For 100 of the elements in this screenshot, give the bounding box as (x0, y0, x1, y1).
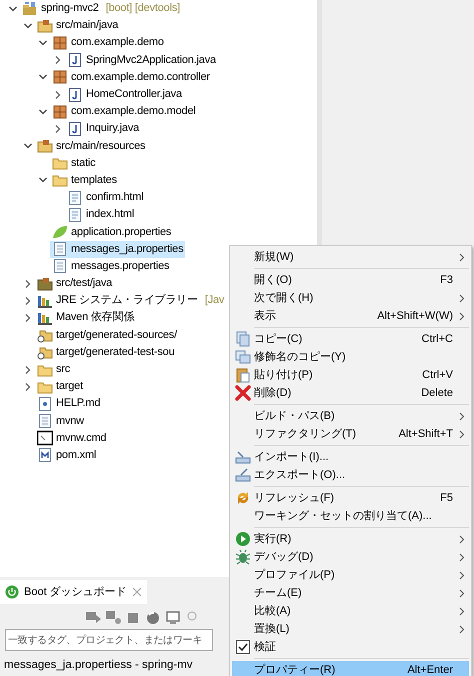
tree-item[interactable]: confirm.html (65, 189, 146, 206)
shortcut-text: Ctrl+C (422, 332, 453, 347)
menu-item[interactable]: プロファイル(P) (232, 566, 469, 584)
tree-item[interactable]: application.properties (50, 224, 174, 241)
menu-item[interactable]: 修飾名のコピー(Y) (232, 348, 469, 366)
chevron-right-icon[interactable] (23, 364, 33, 375)
import-icon (235, 449, 251, 465)
decoration-text: [Jav (204, 293, 224, 308)
debug-icon[interactable] (105, 608, 121, 624)
tree-item[interactable]: mvnw (35, 412, 86, 430)
tree-item[interactable]: mvnw.cmd (35, 430, 108, 447)
html-file-icon (67, 190, 83, 206)
tree-item[interactable]: HELP.md (35, 395, 102, 412)
status-text: messages_ja.propertiess - spring-mv (4, 658, 193, 673)
search-field[interactable]: 一致するタグ、プロジェクト、またはワーキ (5, 629, 213, 651)
tree-item[interactable]: com.example.demo.controller (50, 68, 212, 86)
menu-item[interactable]: デバッグ(D) (232, 548, 469, 566)
chevron-down-icon[interactable] (8, 4, 18, 14)
java-file-icon (67, 120, 83, 137)
tree-item[interactable]: target/generated-test-sou (35, 344, 177, 361)
bug-icon (235, 549, 251, 565)
document-icon (37, 396, 53, 412)
menu-item[interactable]: 検証 (232, 638, 469, 656)
copy-icon (235, 349, 251, 365)
tree-item[interactable]: spring-mvc2 [boot] [devtools] (20, 0, 182, 18)
package-icon (52, 34, 68, 51)
tree-item[interactable]: HomeController.java (65, 86, 184, 104)
tree-item[interactable]: Maven 依存関係 (35, 309, 136, 326)
chevron-down-icon[interactable] (38, 38, 48, 48)
menu-item[interactable]: ワーキング・セットの割り当て(A)... (232, 507, 469, 525)
copy-icon (235, 331, 251, 347)
project-folder-icon (22, 0, 38, 17)
menu-item[interactable]: 開く(O) F3 (232, 271, 469, 289)
menu-item[interactable]: リファクタリング(T) Alt+Shift+T (232, 425, 469, 443)
tree-item[interactable]: messages_ja.properties (50, 240, 186, 258)
leaf-icon (52, 224, 68, 240)
menu-item[interactable]: 次で開く(H) (232, 289, 469, 307)
text-file-icon (37, 413, 53, 430)
chevron-right-icon[interactable] (23, 296, 33, 306)
java-file-icon (67, 52, 83, 68)
tree-item[interactable]: src/main/resources (35, 138, 148, 155)
menu-item[interactable]: 置換(L) (232, 620, 469, 638)
tree-item[interactable]: SpringMvc2Application.java (65, 52, 218, 69)
chevron-down-icon[interactable] (38, 106, 48, 117)
source-folder-icon (37, 138, 53, 154)
shortcut-text: Ctrl+V (422, 368, 453, 383)
clipboard-icon (235, 367, 251, 383)
delete-icon (235, 385, 251, 401)
source-folder-icon (37, 18, 53, 34)
tree-item[interactable]: index.html (65, 206, 136, 224)
menu-item[interactable]: エクスポート(O)... (232, 466, 469, 484)
menu-item[interactable]: 比較(A) (232, 602, 469, 620)
menu-item[interactable]: コピー(C) Ctrl+C (232, 330, 469, 348)
decoration-text: [boot] [devtools] (106, 1, 180, 16)
tree-item[interactable]: templates (50, 172, 119, 189)
power-icon (5, 585, 19, 599)
tree-item[interactable]: JRE システム・ライブラリー [Jav (35, 292, 226, 310)
menu-item[interactable]: リフレッシュ(F) F5 (232, 489, 469, 507)
chevron-right-icon[interactable] (23, 278, 33, 289)
menu-item[interactable]: 表示 Alt+Shift+W(W) (232, 307, 469, 325)
terminal-icon (37, 430, 53, 446)
chevron-right-icon[interactable] (53, 90, 63, 100)
tree-item[interactable]: target/generated-sources/ (35, 326, 179, 344)
chevron-right-icon[interactable] (23, 382, 33, 392)
menu-item[interactable]: ビルド・パス(B) (232, 407, 469, 425)
tree-item[interactable]: pom.xml (35, 446, 98, 464)
test-folder-icon (37, 276, 53, 292)
xml-file-icon (37, 447, 53, 464)
menu-item[interactable]: 貼り付け(P) Ctrl+V (232, 366, 469, 384)
menu-item[interactable]: 実行(R) (232, 530, 469, 548)
chevron-down-icon[interactable] (23, 20, 33, 31)
tree-item[interactable]: target (35, 378, 85, 396)
tree-item[interactable]: src/main/java (35, 17, 120, 34)
menu-item[interactable]: プロパティー(R) Alt+Enter (232, 661, 469, 676)
refresh-icon (235, 490, 251, 506)
dashboard-tab[interactable]: Boot ダッシュボード (0, 580, 147, 604)
shortcut-text: Alt+Enter (407, 662, 453, 676)
menu-item[interactable]: 削除(D) Delete (232, 384, 469, 402)
java-file-icon (67, 86, 83, 103)
menu-item[interactable]: チーム(E) (232, 584, 469, 602)
tree-item[interactable]: Inquiry.java (65, 120, 142, 138)
package-icon (52, 104, 68, 120)
tree-item[interactable]: src (35, 361, 72, 378)
shortcut-text: Delete (421, 386, 453, 401)
tree-item[interactable]: src/test/java (35, 275, 114, 292)
menu-item[interactable]: インポート(I)... (232, 448, 469, 466)
tree-item[interactable]: com.example.demo.model (50, 103, 198, 120)
shortcut-text: Alt+Shift+W(W) (377, 308, 453, 324)
export-icon (235, 467, 251, 483)
text-file-icon (52, 241, 68, 258)
console-icon[interactable] (165, 608, 181, 624)
chevron-right-icon[interactable] (23, 312, 33, 323)
tree-item[interactable]: com.example.demo (50, 34, 166, 52)
shortcut-text: F3 (440, 272, 453, 288)
chevron-right-icon[interactable] (53, 124, 63, 134)
tree-item[interactable]: messages.properties (50, 258, 172, 275)
menu-item[interactable]: 新規(W) (232, 248, 469, 266)
tree-item[interactable]: static (50, 154, 98, 172)
chevron-right-icon[interactable] (53, 55, 63, 66)
html-file-icon (67, 206, 83, 223)
